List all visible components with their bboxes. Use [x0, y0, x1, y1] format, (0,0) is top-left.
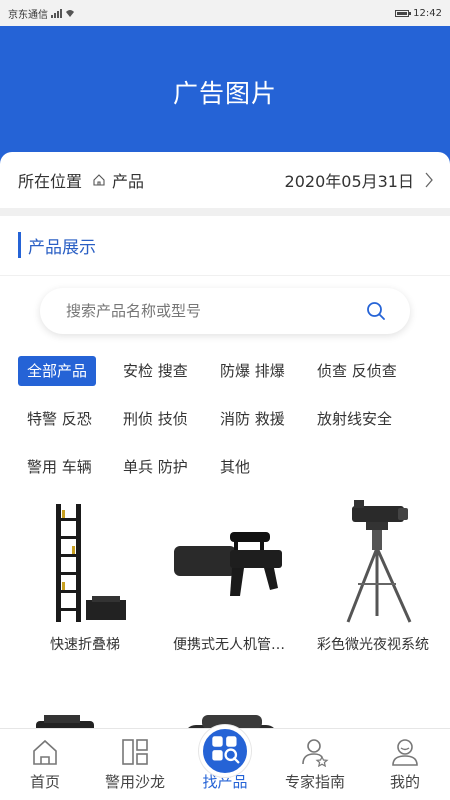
chevron-right-icon	[425, 172, 433, 188]
category-all[interactable]: 全部产品	[18, 356, 97, 386]
product-name: 彩色微光夜视系统	[317, 637, 429, 653]
carrier-name: 京东通信	[8, 9, 48, 21]
location-breadcrumb: 所在位置 产品 2020年05月31日	[0, 152, 450, 208]
category-filter: 全部产品 安检 搜查 防爆 排爆 侦查 反侦查 特警 反恐 刑侦 技侦 消防 救…	[18, 356, 438, 482]
nav-label: 首页	[29, 773, 60, 791]
home-small-icon	[93, 174, 105, 186]
product-name: 快速折叠梯	[50, 637, 120, 653]
product-image-ladder	[26, 496, 144, 626]
find-product-icon	[212, 736, 240, 764]
product-image-drone-jammer	[170, 496, 288, 626]
location-date: 2020年05月31日	[284, 172, 414, 191]
nav-mine[interactable]: 我的	[365, 737, 445, 792]
nav-expert-guide[interactable]: 专家指南	[275, 737, 355, 792]
status-time: 12:42	[413, 7, 442, 19]
nav-home[interactable]: 首页	[5, 737, 85, 792]
expert-icon	[302, 739, 329, 767]
wifi-icon	[66, 9, 74, 17]
category-fire-rescue[interactable]: 消防 救援	[211, 404, 294, 434]
battery-icon	[395, 9, 412, 17]
date-selector[interactable]: 2020年05月31日	[285, 168, 434, 192]
nav-label: 专家指南	[284, 773, 345, 791]
product-name: 便携式无人机管…	[173, 637, 285, 653]
section-header: 产品展示	[18, 232, 96, 258]
category-radiation[interactable]: 放射线安全	[308, 404, 401, 434]
product-image-night-vision	[314, 496, 432, 626]
divider	[0, 208, 450, 216]
product-card[interactable]: 便携式无人机管…	[166, 496, 292, 654]
category-security-check[interactable]: 安检 搜查	[114, 356, 197, 386]
section-title: 产品展示	[28, 237, 96, 258]
user-icon	[392, 739, 418, 766]
search-input[interactable]	[66, 302, 346, 320]
grid-icon	[122, 739, 148, 765]
nav-label: 警用沙龙	[104, 773, 165, 791]
signal-icon	[51, 8, 62, 18]
location-current[interactable]: 产品	[112, 168, 144, 192]
category-criminal[interactable]: 刑侦 技侦	[114, 404, 197, 434]
find-product-button[interactable]	[199, 725, 251, 777]
home-icon	[33, 739, 57, 765]
category-explosive[interactable]: 防爆 排爆	[211, 356, 294, 386]
banner-title: 广告图片	[172, 79, 277, 108]
nav-label: 我的	[389, 773, 420, 791]
category-vehicles[interactable]: 警用 车辆	[18, 452, 101, 482]
divider	[0, 275, 450, 276]
category-swat[interactable]: 特警 反恐	[18, 404, 101, 434]
product-grid: 快速折叠梯 便携式无人机管… 彩色微光夜视系统	[0, 496, 450, 765]
search-bar	[40, 288, 410, 334]
section-accent-bar	[18, 232, 21, 258]
category-protection[interactable]: 单兵 防护	[114, 452, 197, 482]
ad-banner[interactable]: 广告图片	[0, 26, 450, 166]
nav-police-salon[interactable]: 警用沙龙	[95, 737, 175, 792]
category-other[interactable]: 其他	[211, 452, 259, 482]
location-label: 所在位置	[18, 172, 83, 191]
category-investigation[interactable]: 侦查 反侦查	[308, 356, 406, 386]
nav-find-product[interactable]: 找产品	[185, 725, 265, 792]
bottom-nav: 首页 警用沙龙 找产品 专家指南 我的	[0, 725, 450, 800]
status-bar: 京东通信 12:42	[0, 0, 450, 26]
product-card[interactable]: 快速折叠梯	[22, 496, 148, 654]
search-icon[interactable]	[366, 301, 386, 321]
product-card[interactable]: 彩色微光夜视系统	[310, 496, 436, 654]
